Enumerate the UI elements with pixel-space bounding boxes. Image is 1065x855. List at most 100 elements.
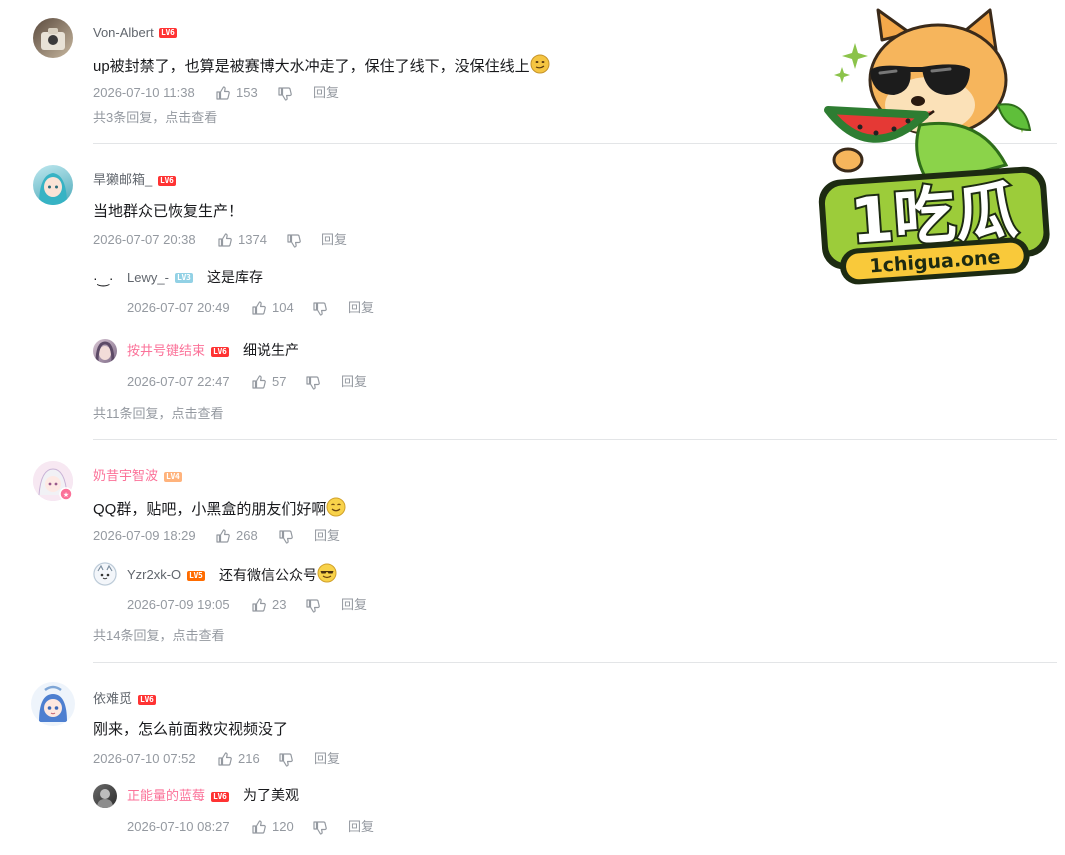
like-button[interactable]: 1374 [217, 232, 267, 248]
like-button[interactable]: 120 [251, 819, 294, 835]
thumb-up-icon [217, 751, 233, 767]
like-button[interactable]: 57 [251, 374, 286, 390]
reply-button[interactable]: 回复 [348, 300, 374, 316]
thumb-up-icon [251, 819, 267, 835]
svg-text:★: ★ [63, 491, 69, 499]
thumb-up-icon [251, 374, 267, 390]
reply-text: 还有微信公众号 [219, 563, 337, 585]
watermark-logo: 1吃瓜 1chigua.one [810, 5, 1060, 290]
timestamp: 2026-07-10 08:27 [127, 819, 230, 834]
divider [93, 439, 1057, 440]
level-badge: LV6 [211, 347, 229, 357]
username[interactable]: 依难觅 [93, 691, 132, 707]
level-badge: LV6 [138, 695, 156, 705]
like-count: 120 [272, 819, 294, 834]
reply-button[interactable]: 回复 [348, 819, 374, 835]
comment-meta: 2026-07-10 11:38 153 回复 [93, 85, 493, 101]
level-badge: LV4 [164, 472, 182, 482]
view-more-replies[interactable]: 共11条回复，点击查看 [93, 406, 224, 422]
timestamp: 2026-07-09 18:29 [93, 528, 196, 543]
dislike-button[interactable] [277, 86, 293, 102]
comment-text: 当地群众已恢复生产！ [93, 203, 244, 220]
thumb-up-icon [215, 85, 231, 101]
reply-text: 这是库存 [207, 269, 263, 285]
username[interactable]: Lewy_- [127, 270, 169, 286]
level-badge: LV5 [187, 571, 205, 581]
avatar[interactable] [93, 339, 117, 363]
avatar[interactable] [93, 784, 117, 808]
thumb-down-icon [305, 598, 321, 614]
like-button[interactable]: 153 [215, 85, 258, 101]
username[interactable]: 旱獭邮箱_ [93, 172, 152, 188]
reply-meta: 2026-07-10 08:27 120 回复 [127, 819, 487, 835]
comment-meta: 2026-07-09 18:29 268 回复 [93, 528, 493, 544]
reply-meta: 2026-07-07 20:49 104 回复 [127, 300, 487, 316]
reply-button[interactable]: 回复 [341, 374, 367, 390]
dislike-button[interactable] [305, 598, 321, 614]
view-more-replies[interactable]: 共14条回复，点击查看 [93, 628, 224, 644]
timestamp: 2026-07-07 20:49 [127, 300, 230, 315]
like-count: 57 [272, 374, 287, 389]
dislike-button[interactable] [312, 820, 328, 836]
timestamp: 2026-07-09 19:05 [127, 597, 230, 612]
thumb-up-icon [251, 300, 267, 316]
cool-emoji [317, 563, 337, 583]
thumb-down-icon [312, 301, 328, 317]
thumb-up-icon [217, 232, 233, 248]
thumb-down-icon [278, 529, 294, 545]
timestamp: 2026-07-10 11:38 [93, 85, 195, 100]
dislike-button[interactable] [305, 375, 321, 391]
like-button[interactable]: 216 [217, 751, 260, 767]
comment-text: 刚来，怎么前面救灾视频没了 [93, 721, 289, 738]
thumb-up-icon [215, 528, 231, 544]
like-count: 104 [272, 300, 294, 315]
dislike-button[interactable] [286, 233, 302, 249]
like-count: 268 [236, 528, 258, 543]
like-count: 153 [236, 85, 258, 100]
reply-text: 为了美观 [243, 787, 299, 803]
avatar[interactable] [31, 682, 75, 726]
thumb-down-icon [286, 233, 302, 249]
reply-meta: 2026-07-07 22:47 57 回复 [127, 374, 487, 390]
dislike-button[interactable] [278, 529, 294, 545]
like-button[interactable]: 268 [215, 528, 258, 544]
doge-emoji [530, 54, 550, 74]
level-badge: LV6 [159, 28, 177, 38]
username[interactable]: Yzr2xk-O [127, 567, 181, 583]
reply-button[interactable]: 回复 [314, 528, 340, 544]
like-count: 23 [272, 597, 287, 612]
timestamp: 2026-07-07 22:47 [127, 374, 230, 389]
level-badge: LV6 [211, 792, 229, 802]
avatar[interactable]: ·‿· [93, 268, 117, 288]
username[interactable]: 奶昔宇智波 [93, 468, 158, 484]
timestamp: 2026-07-10 07:52 [93, 751, 196, 766]
avatar[interactable] [33, 165, 73, 205]
comment-text: QQ群，贴吧，小黑盒的朋友们好啊 [93, 497, 346, 520]
reply-button[interactable]: 回复 [321, 232, 347, 248]
divider [93, 662, 1057, 663]
dislike-button[interactable] [312, 301, 328, 317]
level-badge: LV3 [175, 273, 193, 283]
avatar[interactable]: ★ [33, 461, 73, 501]
username[interactable]: 按井号键结束 [127, 343, 205, 359]
thumb-down-icon [277, 86, 293, 102]
comment-meta: 2026-07-10 07:52 216 回复 [93, 751, 493, 767]
dislike-button[interactable] [278, 752, 294, 768]
thumb-down-icon [278, 752, 294, 768]
like-button[interactable]: 104 [251, 300, 294, 316]
level-badge: LV6 [158, 176, 176, 186]
reply-button[interactable]: 回复 [341, 597, 367, 613]
username[interactable]: Von-Albert [93, 25, 154, 41]
avatar[interactable] [33, 18, 73, 58]
timestamp: 2026-07-07 20:38 [93, 232, 196, 247]
reply-button[interactable]: 回复 [313, 85, 339, 101]
comment-text: up被封禁了，也算是被赛博大水冲走了，保住了线下，没保住线上 [93, 54, 550, 77]
avatar[interactable] [93, 562, 117, 586]
comment-meta: 2026-07-07 20:38 1374 回复 [93, 232, 493, 248]
username[interactable]: 正能量的蓝莓 [127, 788, 205, 804]
smile-emoji [326, 497, 346, 517]
reply-meta: 2026-07-09 19:05 23 回复 [127, 597, 487, 613]
like-button[interactable]: 23 [251, 597, 286, 613]
reply-button[interactable]: 回复 [314, 751, 340, 767]
view-more-replies[interactable]: 共3条回复，点击查看 [93, 110, 217, 126]
